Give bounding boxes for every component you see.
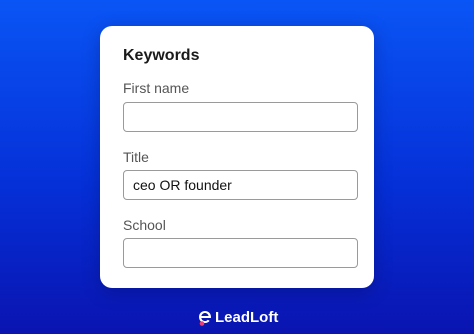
first-name-input[interactable]: [123, 102, 358, 132]
keywords-card: Keywords First name Title School: [100, 26, 374, 288]
brand-name: LeadLoft: [215, 309, 279, 326]
first-name-label: First name: [123, 80, 190, 96]
leadloft-logo-icon: [198, 310, 212, 326]
school-label: School: [123, 217, 166, 233]
card-title: Keywords: [123, 47, 200, 64]
title-input[interactable]: [123, 170, 358, 200]
title-label: Title: [123, 149, 149, 165]
brand-logo: LeadLoft: [198, 308, 278, 328]
school-input[interactable]: [123, 238, 358, 268]
